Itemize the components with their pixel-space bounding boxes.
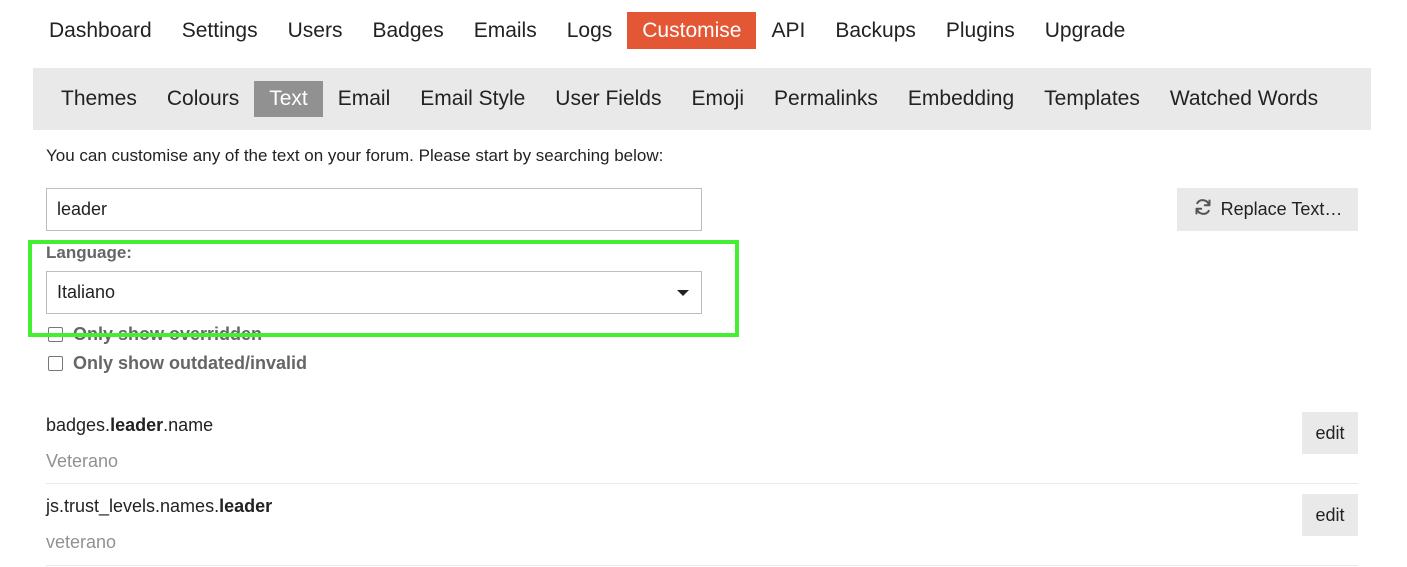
nav-upgrade[interactable]: Upgrade <box>1030 12 1141 49</box>
translation-key: js.trust_levels.names.leader <box>46 496 273 516</box>
translation-value: Veterano <box>46 451 119 471</box>
tab-permalinks[interactable]: Permalinks <box>759 81 893 117</box>
tab-user-fields[interactable]: User Fields <box>540 81 676 117</box>
language-select[interactable]: Italiano <box>46 271 702 314</box>
tab-templates[interactable]: Templates <box>1029 81 1155 117</box>
only-outdated-label: Only show outdated/invalid <box>73 353 308 373</box>
checkbox-box[interactable] <box>48 356 63 371</box>
admin-top-nav: Dashboard Settings Users Badges Emails L… <box>34 12 1140 49</box>
translation-value: veterano <box>46 532 117 552</box>
translation-key: badges.leader.name <box>46 415 214 435</box>
nav-badges[interactable]: Badges <box>357 12 458 49</box>
nav-plugins[interactable]: Plugins <box>931 12 1030 49</box>
list-item: badges.leader.name Veterano edit <box>46 402 1358 484</box>
edit-button[interactable]: edit <box>1302 412 1358 454</box>
tab-watched-words[interactable]: Watched Words <box>1155 81 1333 117</box>
nav-customise[interactable]: Customise <box>627 12 757 49</box>
only-overridden-label: Only show overridden <box>73 324 263 344</box>
only-overridden-checkbox[interactable]: Only show overridden <box>48 324 262 345</box>
customise-sub-nav: Themes Colours Text Email Email Style Us… <box>33 68 1371 130</box>
only-outdated-checkbox[interactable]: Only show outdated/invalid <box>48 353 307 374</box>
replace-text-button[interactable]: Replace Text… <box>1177 188 1358 231</box>
replace-text-label: Replace Text… <box>1220 199 1343 219</box>
nav-emails[interactable]: Emails <box>459 12 552 49</box>
checkbox-box[interactable] <box>48 327 63 342</box>
tab-themes[interactable]: Themes <box>46 81 152 117</box>
tab-embedding[interactable]: Embedding <box>893 81 1029 117</box>
search-input[interactable] <box>46 188 702 231</box>
tab-email[interactable]: Email <box>323 81 406 117</box>
nav-api[interactable]: API <box>756 12 820 49</box>
tab-text[interactable]: Text <box>254 81 323 117</box>
tab-email-style[interactable]: Email Style <box>405 81 540 117</box>
nav-backups[interactable]: Backups <box>820 12 931 49</box>
intro-text: You can customise any of the text on you… <box>46 146 664 165</box>
nav-users[interactable]: Users <box>273 12 358 49</box>
nav-dashboard[interactable]: Dashboard <box>34 12 167 49</box>
edit-button[interactable]: edit <box>1302 494 1358 536</box>
language-selected-value: Italiano <box>57 282 116 302</box>
list-item: js.trust_levels.names.leader veterano ed… <box>46 484 1358 566</box>
tab-colours[interactable]: Colours <box>152 81 254 117</box>
tab-emoji[interactable]: Emoji <box>677 81 760 117</box>
language-label: Language: <box>46 243 132 262</box>
nav-settings[interactable]: Settings <box>167 12 273 49</box>
nav-logs[interactable]: Logs <box>552 12 628 49</box>
caret-down-icon <box>677 290 689 296</box>
sync-icon <box>1193 197 1213 222</box>
